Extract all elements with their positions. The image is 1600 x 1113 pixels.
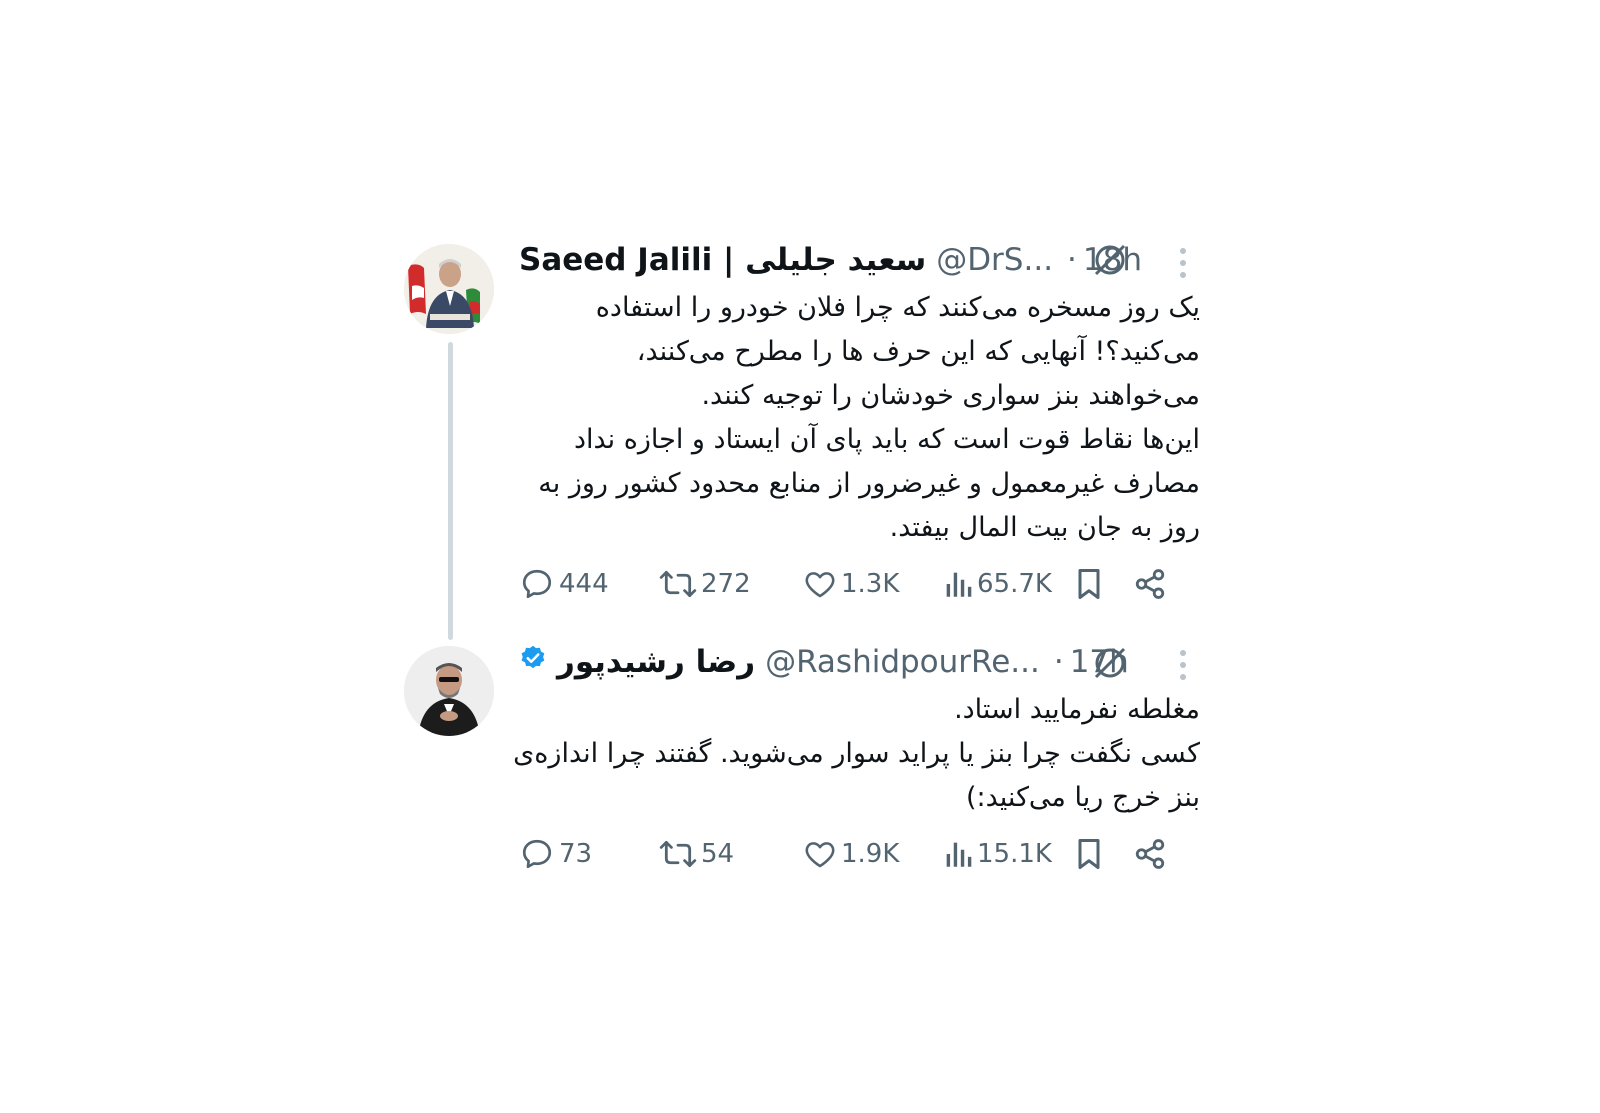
views-icon [946,572,972,597]
share-icon [1135,839,1165,869]
separator-dot: · [1053,644,1064,680]
reply-count: 444 [559,569,609,599]
author-name-persian[interactable]: رضا رشیدپور [557,644,755,680]
avatar-tweet-2[interactable] [404,646,494,736]
author-name-latin[interactable]: Saeed Jalili [519,242,712,278]
tweet-actions: 73 54 1.9K 15.1K [519,834,1199,874]
grok-icon[interactable] [1090,643,1130,683]
like-icon [805,572,835,598]
reply-icon [522,569,552,599]
reply-count: 73 [559,839,593,869]
share-icon [1135,569,1165,599]
views-button[interactable]: 65.7K [943,564,1052,604]
retweet-count: 272 [701,569,751,599]
avatar-tweet-1[interactable] [404,244,494,334]
retweet-button[interactable]: 272 [659,564,751,604]
name-separator: | [712,242,746,278]
reply-icon [522,839,552,869]
more-icon[interactable] [1178,648,1188,682]
thread-connector-line [448,342,453,640]
retweet-count: 54 [701,839,735,869]
like-count: 1.3K [841,569,900,599]
retweet-icon [659,840,697,868]
separator-dot: · [1067,242,1077,278]
retweet-button[interactable]: 54 [659,834,734,874]
more-icon[interactable] [1178,246,1188,280]
verified-badge-icon [519,644,547,680]
like-button[interactable]: 1.9K [803,834,899,874]
tweet-text: یک روز مسخره می‌کنند که چرا فلان خودرو ر… [538,292,1200,543]
grok-icon[interactable] [1090,240,1130,280]
views-count: 15.1K [977,839,1052,869]
views-count: 65.7K [977,569,1052,599]
retweet-icon [659,570,697,598]
author-name-persian[interactable]: سعید جلیلی [745,242,926,278]
reply-button[interactable]: 73 [519,834,592,874]
bookmark-button[interactable] [1073,834,1109,874]
bookmark-button[interactable] [1073,564,1109,604]
share-button[interactable] [1133,834,1171,874]
like-icon [805,842,835,868]
views-button[interactable]: 15.1K [943,834,1052,874]
reply-button[interactable]: 444 [519,564,609,604]
author-handle[interactable]: @DrS... [936,242,1053,278]
bookmark-icon [1078,839,1100,869]
like-count: 1.9K [841,839,900,869]
tweet-text: مغلطه نفرمایید استاد. کسی نگفت چرا بنز ی… [513,694,1200,813]
bookmark-icon [1078,569,1100,599]
share-button[interactable] [1133,564,1171,604]
views-icon [946,842,972,867]
like-button[interactable]: 1.3K [803,564,899,604]
author-handle[interactable]: @RashidpourRe... [765,644,1040,680]
tweet-actions: 444 272 1.3K 65.7K [519,564,1199,604]
